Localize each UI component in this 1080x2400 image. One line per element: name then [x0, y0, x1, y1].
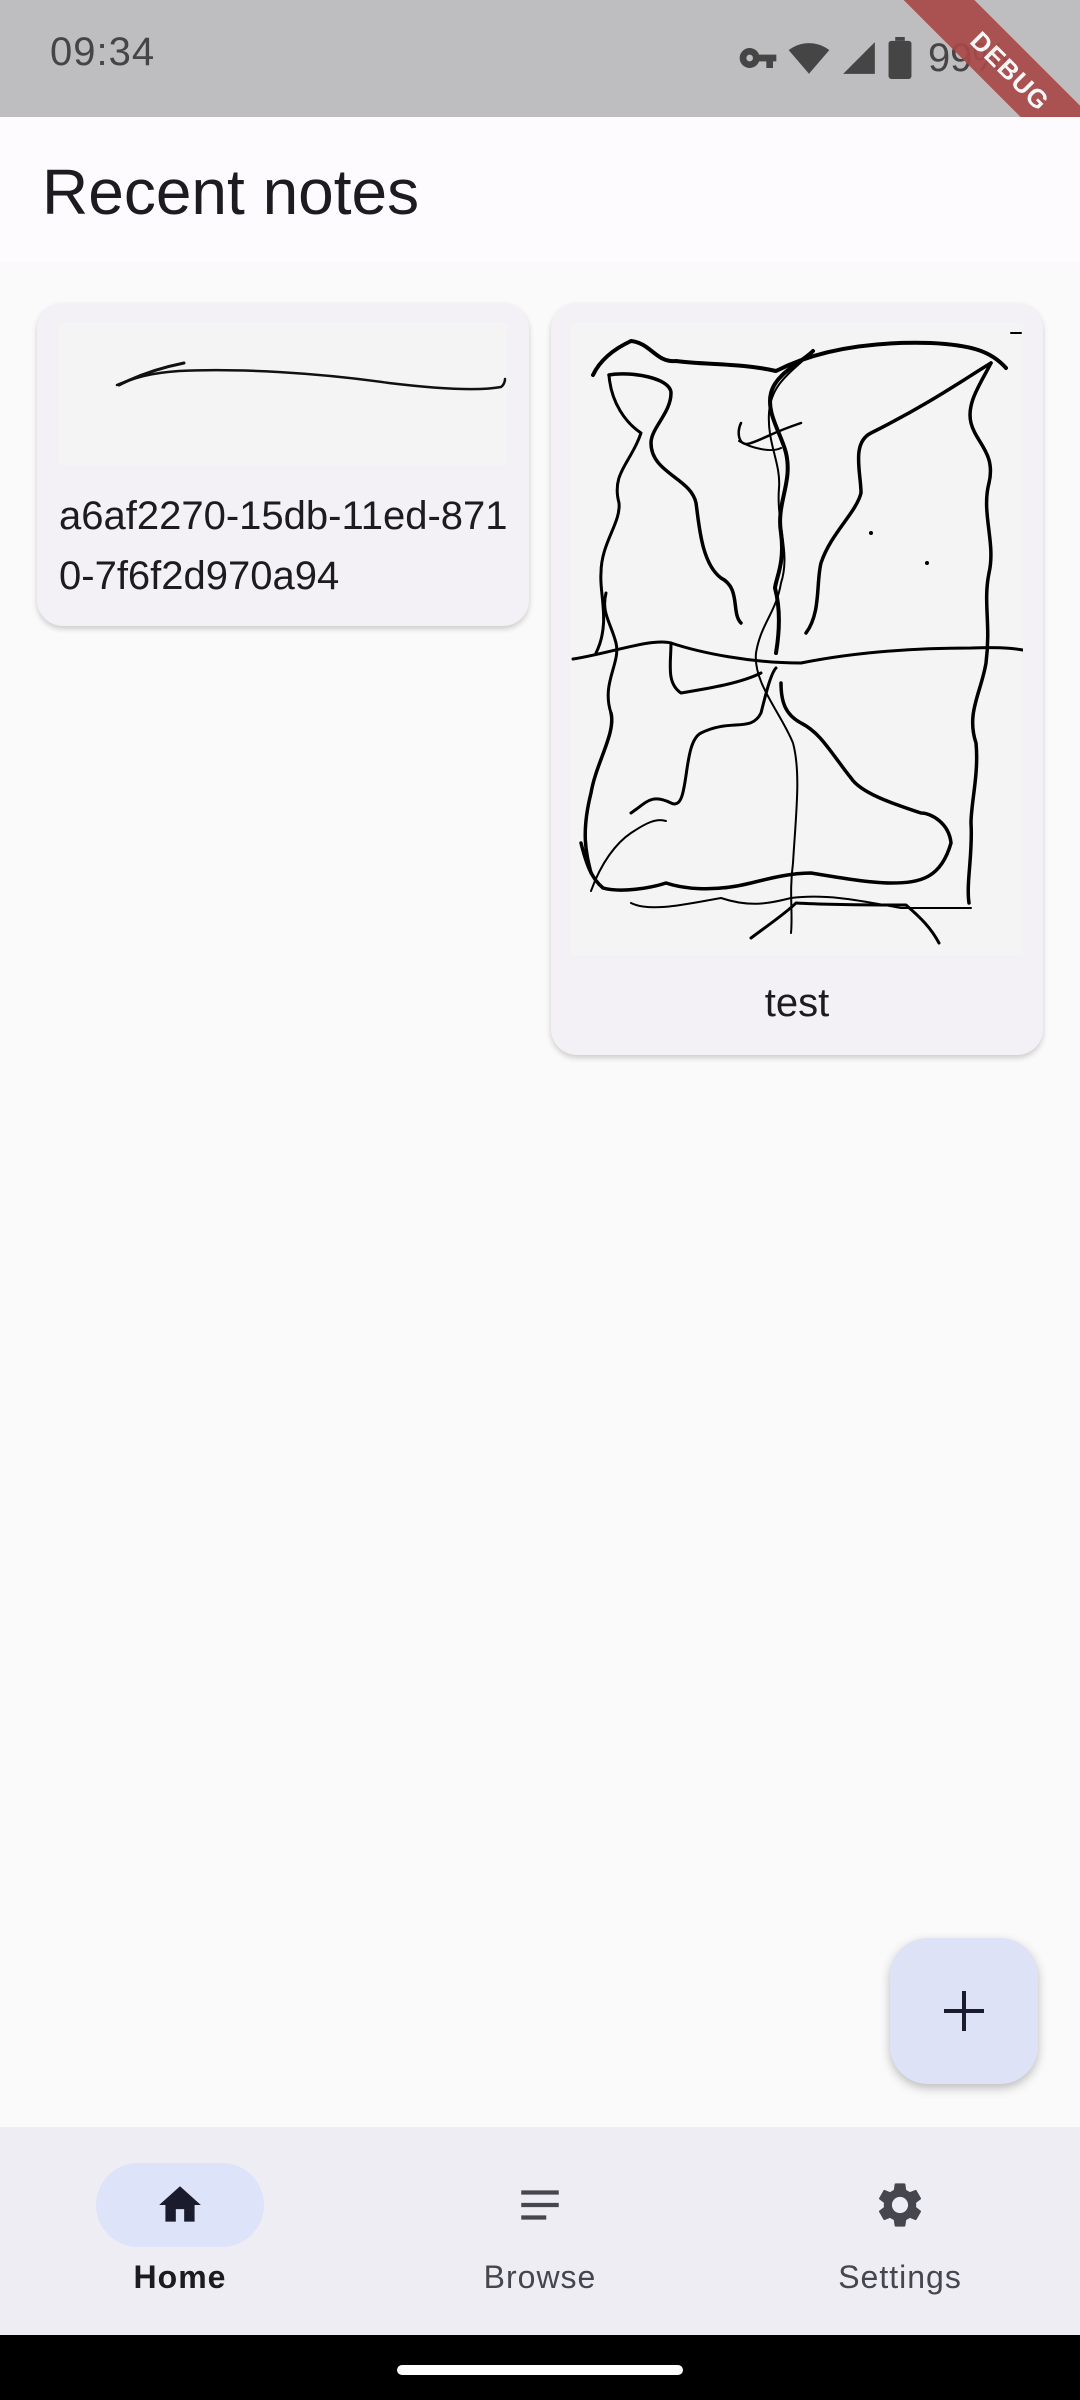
nav-label-browse: Browse	[483, 2259, 597, 2295]
status-bar: 09:34 99% DEBUG	[0, 0, 1080, 195]
system-navigation-bar	[0, 2335, 1080, 2400]
signal-icon	[843, 42, 875, 74]
nav-indicator	[816, 2163, 984, 2247]
gesture-handle[interactable]	[397, 2365, 683, 2375]
note-preview	[59, 323, 507, 465]
nav-item-browse[interactable]: Browse	[360, 2127, 720, 2335]
nav-item-home[interactable]: Home	[0, 2127, 360, 2335]
add-icon	[944, 1991, 984, 2031]
gear-icon	[878, 2183, 922, 2227]
nav-label-home: Home	[133, 2259, 227, 2295]
page-title: Recent notes	[42, 156, 420, 228]
screen: 09:34 99% DEBUG Recent notes	[0, 0, 1080, 2400]
note-title: test	[764, 981, 830, 1025]
battery-icon	[888, 37, 912, 79]
list-icon	[521, 2190, 559, 2220]
status-time: 09:34	[50, 30, 156, 74]
nav-item-settings[interactable]: Settings	[720, 2127, 1080, 2335]
vpn-key-icon	[739, 48, 777, 68]
bottom-navigation: Home Browse Settings	[0, 2127, 1080, 2335]
note-card[interactable]: a6af2270-15db-11ed-8710-7f6f2d970a94	[37, 303, 529, 626]
note-card[interactable]: test	[551, 303, 1043, 1055]
sketch-preview	[115, 361, 507, 391]
wifi-icon	[788, 43, 830, 74]
nav-active-indicator	[96, 2163, 264, 2247]
note-title: a6af2270-15db-11ed-8710-7f6f2d970a94	[59, 494, 508, 598]
nav-indicator	[456, 2163, 624, 2247]
add-note-button[interactable]	[890, 1938, 1038, 2084]
sketch-preview	[571, 332, 1037, 945]
app-bar: Recent notes	[0, 117, 1080, 262]
nav-label-settings: Settings	[838, 2259, 962, 2295]
note-preview	[571, 323, 1037, 956]
home-icon	[159, 2186, 201, 2222]
